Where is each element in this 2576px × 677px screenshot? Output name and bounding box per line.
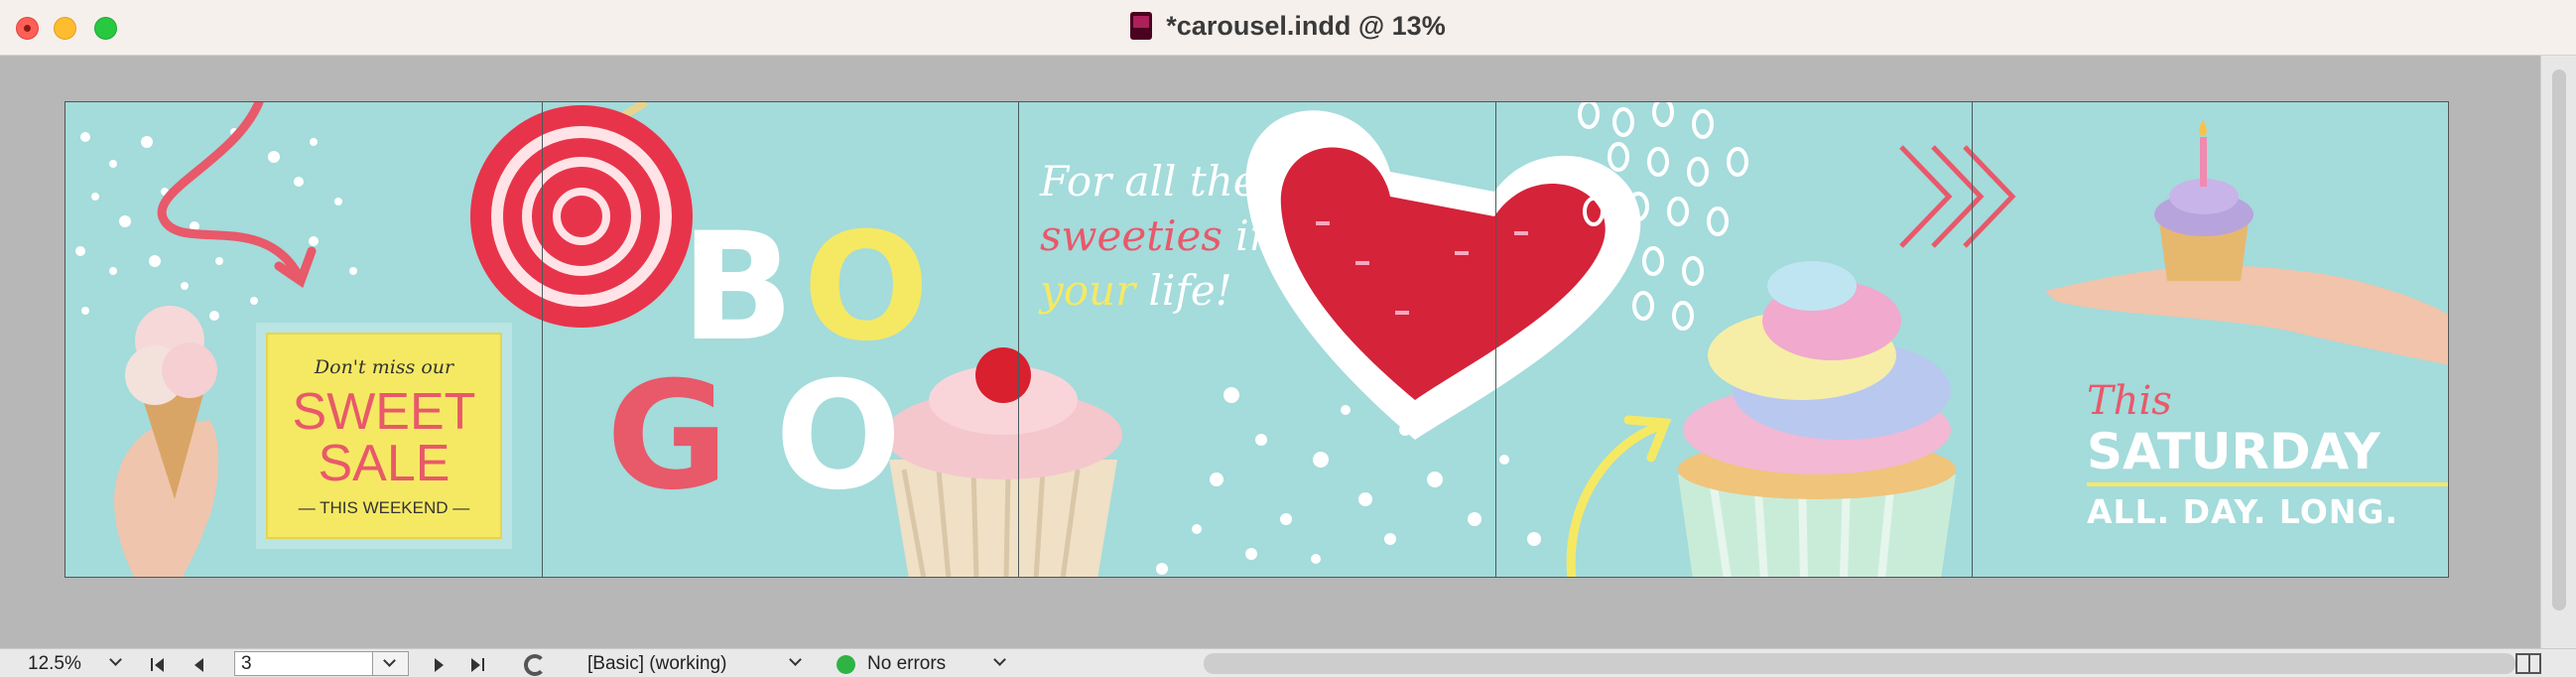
saturday-underline <box>2087 482 2448 486</box>
preflight-status-icon <box>837 655 855 674</box>
sweet-sale-card: Don't miss our SWEET SALE — THIS WEEKEND… <box>266 333 502 539</box>
bogo-letter-o2: O <box>775 350 902 523</box>
status-bar: 12.5% 3 [Basic] (working) No errors <box>0 648 2576 677</box>
swirl-arrow <box>157 102 304 281</box>
sale-card-tagline: Don't miss our <box>314 356 454 378</box>
sweeties-line-2: sweeties in <box>1040 211 1276 260</box>
bogo-letter-b: B <box>681 202 795 374</box>
window-title-text: *carousel.indd @ 13% <box>1166 11 1446 41</box>
open-in-preview-button[interactable] <box>522 652 552 676</box>
next-page-icon <box>435 658 444 672</box>
first-page-button[interactable] <box>151 652 171 676</box>
page-number-input[interactable]: 3 <box>234 651 373 676</box>
bogo-letter-o1: O <box>803 202 930 374</box>
chevron-doodles <box>1899 145 2016 248</box>
preview-icon <box>524 654 546 676</box>
first-page-icon <box>151 658 153 671</box>
cherry-cupcake-image <box>884 347 1122 577</box>
preflight-menu-chevron-icon[interactable] <box>993 653 1006 666</box>
zoom-level[interactable]: 12.5% <box>28 652 81 676</box>
vertical-scrollbar[interactable] <box>2540 56 2576 648</box>
page-boundary-3 <box>1495 102 1496 577</box>
ice-cream-hand-image <box>114 306 218 577</box>
saturday-heading: SATURDAY <box>2087 423 2381 480</box>
last-page-button[interactable] <box>471 652 491 676</box>
window-titlebar: *carousel.indd @ 13% <box>0 0 2576 56</box>
sale-card-this-weekend: — THIS WEEKEND — <box>298 498 470 517</box>
page-boundary-1 <box>542 102 543 577</box>
carousel-spread[interactable]: Don't miss our SWEET SALE — THIS WEEKEND… <box>64 101 2449 578</box>
sweeties-line-3: your life! <box>1040 266 1232 315</box>
next-page-button[interactable] <box>435 652 449 676</box>
sweeties-life: life! <box>1135 266 1232 315</box>
previous-page-icon <box>194 658 203 672</box>
window-title: *carousel.indd @ 13% <box>0 11 2576 42</box>
zoom-dropdown-chevron-icon[interactable] <box>109 653 122 666</box>
split-window-icon[interactable] <box>2515 653 2541 674</box>
page-boundary-4 <box>1972 102 1973 577</box>
vertical-scroll-thumb[interactable] <box>2552 69 2566 610</box>
rainbow-cupcake-image <box>1678 261 1956 577</box>
sweeties-your: your <box>1040 266 1136 315</box>
sweeties-in: in <box>1222 211 1276 260</box>
saturday-all-day-long: ALL. DAY. LONG. <box>2087 492 2398 531</box>
sprinkle-dots <box>1156 387 1541 575</box>
yellow-arrow <box>1566 420 1668 577</box>
preflight-profile-chevron-icon[interactable] <box>789 653 802 666</box>
sweeties-line-1: For all the <box>1040 157 1258 205</box>
previous-page-button[interactable] <box>194 652 208 676</box>
sweeties-word: sweeties <box>1040 211 1223 260</box>
sale-card-word-sale: SALE <box>318 435 451 492</box>
last-page-icon <box>471 658 480 672</box>
page-boundary-2 <box>1018 102 1019 577</box>
lollipop-image <box>470 102 693 328</box>
sale-card-word-sweet: SWEET <box>292 383 476 441</box>
saturday-this: This <box>2087 378 2172 424</box>
preflight-profile[interactable]: [Basic] (working) <box>587 652 726 676</box>
hand-cupcake-image <box>2045 120 2448 365</box>
page-dropdown-button[interactable] <box>373 651 409 676</box>
indesign-document-icon <box>1130 12 1153 40</box>
chevron-down-icon <box>383 654 396 667</box>
preflight-errors[interactable]: No errors <box>867 652 946 676</box>
horizontal-scrollbar[interactable] <box>1204 653 2515 674</box>
bogo-letter-g: G <box>606 350 729 523</box>
